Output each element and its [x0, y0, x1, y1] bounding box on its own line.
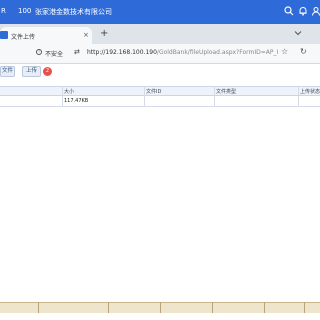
security-label[interactable]: 不安全 [45, 49, 63, 58]
new-tab-button[interactable]: + [100, 29, 108, 39]
status-divider [264, 302, 265, 313]
user-icon[interactable] [311, 6, 320, 16]
tab-title: 文件上传 [11, 34, 36, 41]
upload-button[interactable]: 上传 [22, 66, 41, 77]
tab-file-upload[interactable]: 文件上传 × [0, 27, 92, 44]
app-bar-left-text: R [1, 7, 6, 15]
upload-count-badge: 2 [43, 67, 52, 76]
status-divider [304, 302, 305, 313]
star-icon[interactable]: ☆ [281, 47, 288, 56]
url-path: /GoldBank/fileUpload.aspx?FormID=AP_I [156, 49, 279, 56]
table-header: 大小 文件ID 文件类型 上传状态 [0, 86, 320, 96]
status-divider [38, 302, 39, 313]
browser-tab-strip: 文件上传 × + [0, 24, 320, 44]
status-divider [108, 302, 109, 313]
file-button[interactable]: 文件 [0, 66, 15, 77]
page-favicon-icon [0, 31, 8, 39]
warning-icon[interactable]: ! [36, 49, 42, 55]
column-header-file-type[interactable]: 文件类型 [216, 88, 236, 95]
status-divider [160, 302, 161, 313]
chevron-down-icon[interactable] [294, 29, 302, 39]
tab-close-icon[interactable]: × [83, 31, 89, 39]
company-name[interactable]: 张家港金数技术有限公司 [35, 7, 112, 17]
app-top-bar: R 100 张家港金数技术有限公司 [0, 0, 320, 24]
url-host: http://192.168.100.190 [87, 49, 157, 56]
table-row[interactable]: 117.47KB [0, 96, 320, 107]
swap-icon[interactable]: ⇄ [74, 48, 80, 56]
cell-size: 117.47KB [64, 98, 89, 104]
address-bar-row: ! 不安全 ⇄ http://192.168.100.190/GoldBank/… [0, 44, 320, 64]
refresh-icon[interactable]: ↻ [300, 47, 307, 56]
column-header-size[interactable]: 大小 [64, 88, 74, 95]
bell-icon[interactable] [298, 6, 308, 16]
status-divider [212, 302, 213, 313]
app-bar-number: 100 [18, 7, 32, 15]
search-icon[interactable] [284, 6, 294, 16]
url-field[interactable]: http://192.168.100.190/GoldBank/fileUplo… [87, 49, 278, 56]
column-header-file-id[interactable]: 文件ID [146, 88, 161, 95]
column-header-upload-status[interactable]: 上传状态 [300, 88, 320, 95]
